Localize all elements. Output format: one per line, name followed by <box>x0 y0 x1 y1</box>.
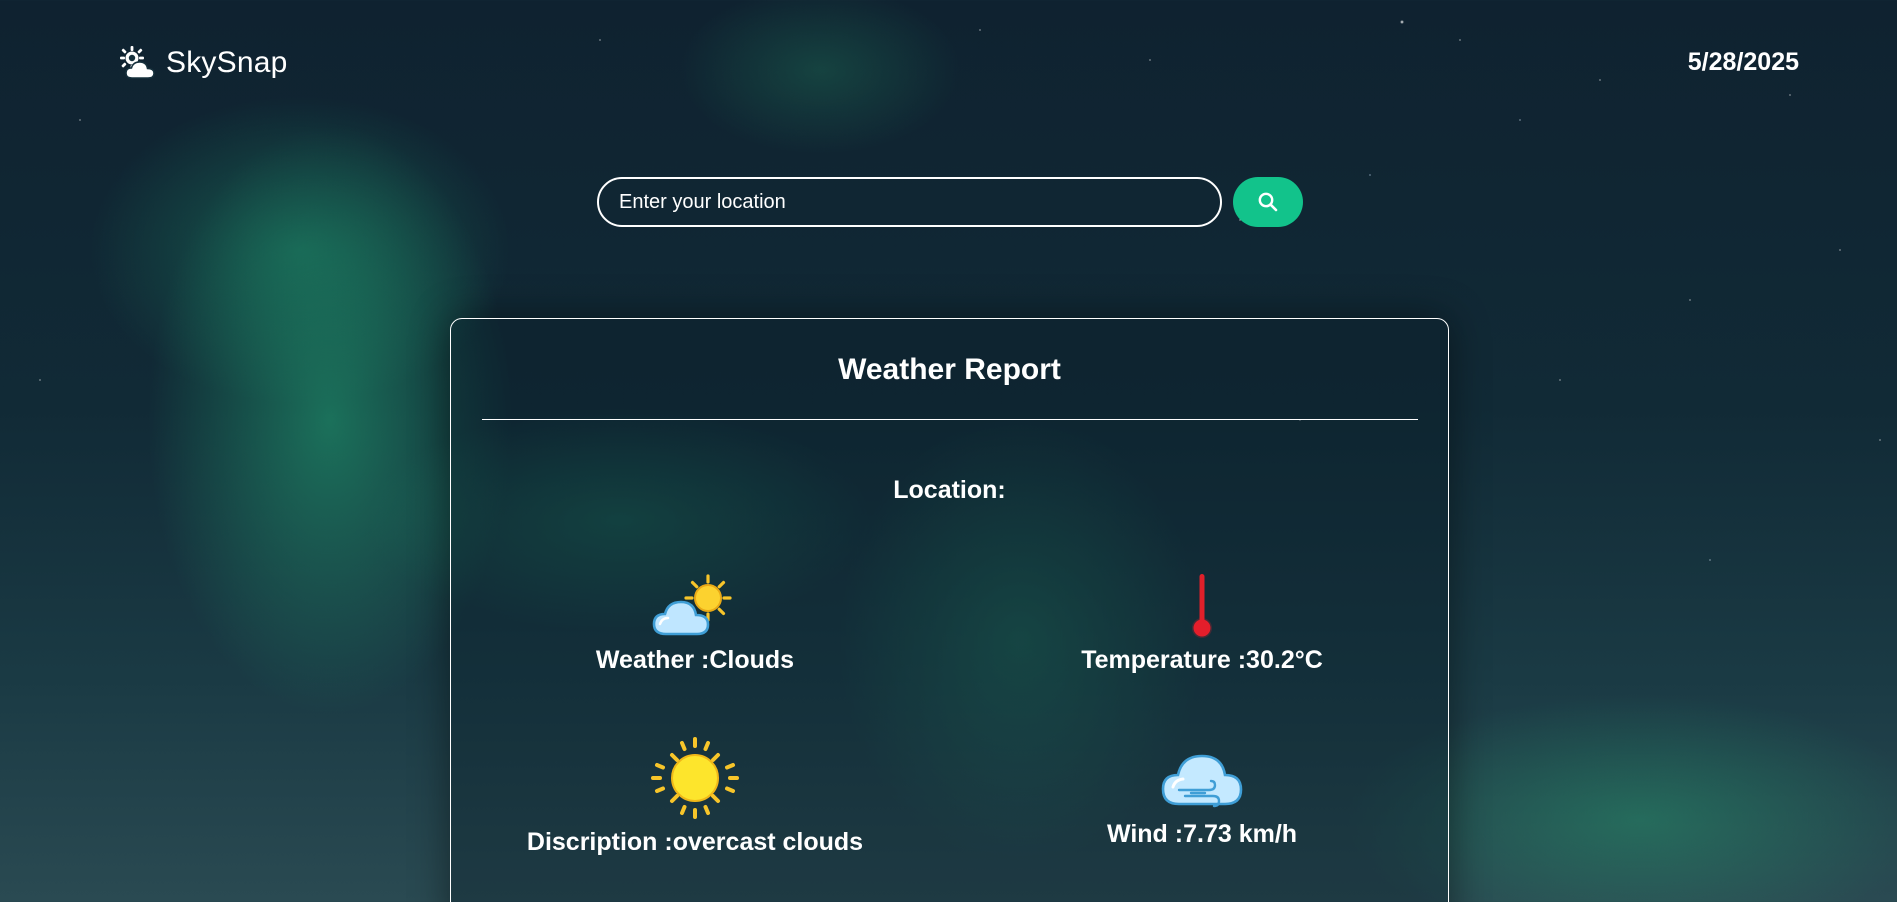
sun-behind-cloud-icon <box>652 574 732 636</box>
search-button[interactable] <box>1233 177 1303 227</box>
location-label: Location: <box>893 476 1006 504</box>
brand[interactable]: SkySnap <box>118 46 287 80</box>
weather-description: Discription :overcast clouds <box>475 736 915 857</box>
app-name: SkySnap <box>166 46 288 79</box>
description-label: Discription :overcast clouds <box>526 828 864 856</box>
weather-report-card: Weather Report Location: Weather :Clouds <box>450 318 1449 902</box>
temperature-label: Temperature :30.2°C <box>1081 646 1323 674</box>
location-search-input[interactable] <box>597 177 1222 227</box>
sun-icon <box>651 737 739 819</box>
wind-cloud-icon <box>1161 754 1243 808</box>
temperature: Temperature :30.2°C <box>982 572 1422 675</box>
weather-label: Weather :Clouds <box>595 646 795 674</box>
search-bar <box>597 177 1303 227</box>
sun-cloud-icon <box>120 46 155 79</box>
weather-condition: Weather :Clouds <box>475 572 915 675</box>
header: SkySnap 5/28/2025 <box>0 0 1897 120</box>
wind-speed: Wind :7.73 km/h <box>982 742 1422 849</box>
search-icon <box>1258 192 1278 212</box>
report-title: Weather Report <box>838 353 1061 386</box>
wind-label: Wind :7.73 km/h <box>1106 820 1298 848</box>
thermometer-icon <box>1192 574 1212 638</box>
title-divider <box>482 419 1418 420</box>
current-date: 5/28/2025 <box>1687 48 1799 76</box>
